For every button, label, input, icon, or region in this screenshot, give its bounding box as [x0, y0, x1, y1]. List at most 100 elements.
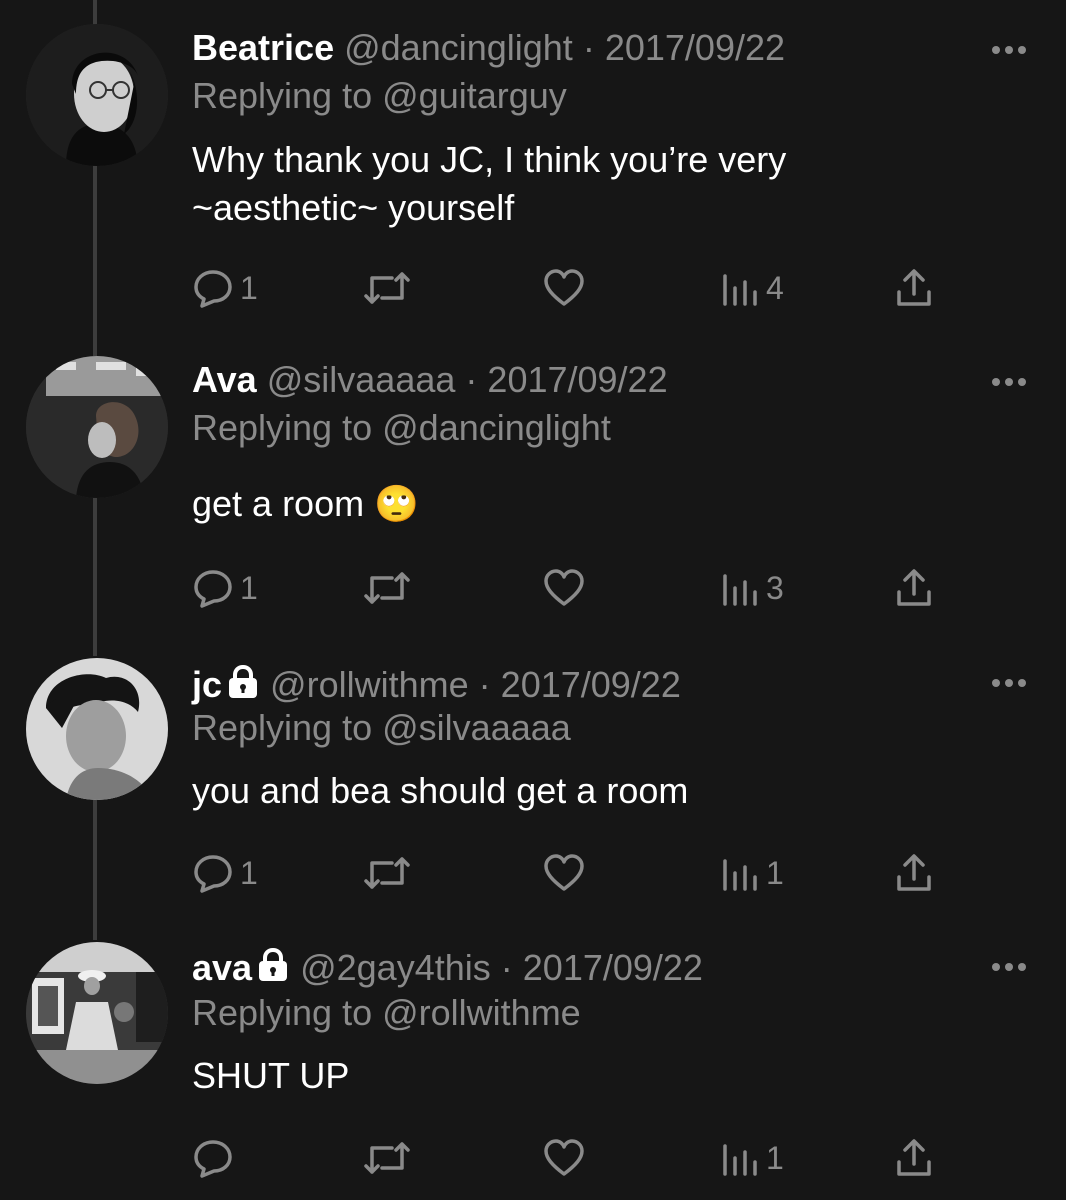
views-button[interactable]: 1 — [720, 851, 784, 895]
replying-target[interactable]: @dancinglight — [382, 407, 611, 448]
like-button[interactable] — [542, 266, 586, 310]
user-handle[interactable]: @dancinglight — [344, 27, 573, 68]
lock-icon — [256, 947, 290, 992]
display-name[interactable]: Ava — [192, 359, 257, 400]
action-bar: 1 3 — [192, 566, 952, 610]
views-button[interactable]: 1 — [720, 1136, 784, 1180]
avatar[interactable] — [26, 356, 168, 498]
separator-dot: · — [582, 27, 595, 68]
reply-count: 1 — [240, 570, 258, 606]
tweet-header: Ava @silvaaaaa · 2017/09/22 — [192, 358, 668, 402]
replying-target[interactable]: @rollwithme — [382, 992, 581, 1033]
views-icon — [720, 268, 760, 308]
views-button[interactable]: 4 — [720, 266, 784, 310]
reply-button[interactable]: 1 — [192, 266, 258, 310]
display-name[interactable]: Beatrice — [192, 27, 334, 68]
retweet-button[interactable] — [362, 566, 412, 610]
share-button[interactable] — [894, 566, 934, 610]
retweet-button[interactable] — [362, 266, 412, 310]
replying-label: Replying to — [192, 407, 373, 448]
tweet-date[interactable]: 2017/09/22 — [523, 947, 703, 988]
avatar[interactable] — [26, 24, 168, 166]
replying-label: Replying to — [192, 707, 373, 748]
tweet-text: SHUT UP — [192, 1055, 350, 1096]
thread-line — [93, 498, 97, 656]
reply-count: 1 — [240, 270, 258, 306]
share-icon — [894, 1138, 934, 1178]
lock-icon — [226, 664, 260, 709]
reply-button[interactable]: 1 — [192, 566, 258, 610]
like-button[interactable] — [542, 566, 586, 610]
replying-label: Replying to — [192, 75, 373, 116]
views-icon — [720, 568, 760, 608]
tweet-header: Beatrice @dancinglight · 2017/09/22 — [192, 26, 785, 70]
action-bar: 1 4 — [192, 266, 952, 310]
share-button[interactable] — [894, 1136, 934, 1180]
views-icon — [720, 853, 760, 893]
like-button[interactable] — [542, 1136, 586, 1180]
more-icon[interactable] — [990, 960, 1028, 972]
views-count: 4 — [766, 270, 784, 306]
reply-button[interactable] — [192, 1136, 240, 1180]
tweet-date[interactable]: 2017/09/22 — [501, 664, 681, 705]
share-icon — [894, 853, 934, 893]
display-name[interactable]: jc — [192, 664, 222, 705]
avatar[interactable] — [26, 942, 168, 1084]
reply-count: 1 — [240, 855, 258, 891]
share-button[interactable] — [894, 266, 934, 310]
views-button[interactable]: 3 — [720, 566, 784, 610]
separator-dot: · — [478, 664, 491, 705]
retweet-icon — [362, 568, 412, 608]
heart-icon — [542, 1138, 586, 1178]
views-count: 1 — [766, 855, 784, 891]
share-icon — [894, 268, 934, 308]
separator-dot: · — [465, 359, 478, 400]
heart-icon — [542, 268, 586, 308]
user-handle[interactable]: @2gay4this — [300, 947, 491, 988]
replying-to: Replying to @rollwithme — [192, 991, 581, 1035]
tweet-date[interactable]: 2017/09/22 — [487, 359, 667, 400]
heart-icon — [542, 568, 586, 608]
more-icon[interactable] — [990, 375, 1028, 387]
avatar[interactable] — [26, 658, 168, 800]
retweet-button[interactable] — [362, 851, 412, 895]
reply-icon — [192, 568, 234, 608]
heart-icon — [542, 853, 586, 893]
replying-target[interactable]: @guitarguy — [382, 75, 567, 116]
share-icon — [894, 568, 934, 608]
retweet-icon — [362, 853, 412, 893]
replying-label: Replying to — [192, 992, 373, 1033]
action-bar: 1 — [192, 1136, 952, 1180]
tweet-text: get a room 🙄 — [192, 483, 419, 524]
display-name[interactable]: ava — [192, 947, 252, 988]
user-handle[interactable]: @silvaaaaa — [267, 359, 456, 400]
tweet-text: Why thank you JC, I think you’re very ~a… — [192, 139, 787, 228]
replying-to: Replying to @dancinglight — [192, 406, 611, 450]
views-count: 3 — [766, 570, 784, 606]
replying-to: Replying to @guitarguy — [192, 74, 567, 118]
reply-icon — [192, 1138, 234, 1178]
replying-target[interactable]: @silvaaaaa — [382, 707, 571, 748]
thread-line — [93, 800, 97, 940]
retweet-button[interactable] — [362, 1136, 412, 1180]
retweet-icon — [362, 1138, 412, 1178]
reply-icon — [192, 268, 234, 308]
more-icon[interactable] — [990, 676, 1028, 688]
tweet-text: you and bea should get a room — [192, 770, 689, 811]
tweet-date[interactable]: 2017/09/22 — [605, 27, 785, 68]
more-icon[interactable] — [990, 43, 1028, 55]
tweet-header: jc @rollwithme · 2017/09/22 — [192, 663, 681, 707]
reply-icon — [192, 853, 234, 893]
action-bar: 1 1 — [192, 851, 952, 895]
reply-button[interactable]: 1 — [192, 851, 258, 895]
replying-to: Replying to @silvaaaaa — [192, 706, 571, 750]
share-button[interactable] — [894, 851, 934, 895]
retweet-icon — [362, 268, 412, 308]
thread-line — [93, 166, 97, 356]
like-button[interactable] — [542, 851, 586, 895]
views-icon — [720, 1138, 760, 1178]
user-handle[interactable]: @rollwithme — [270, 664, 469, 705]
views-count: 1 — [766, 1140, 784, 1176]
separator-dot: · — [500, 947, 513, 988]
tweet-header: ava @2gay4this · 2017/09/22 — [192, 946, 703, 990]
